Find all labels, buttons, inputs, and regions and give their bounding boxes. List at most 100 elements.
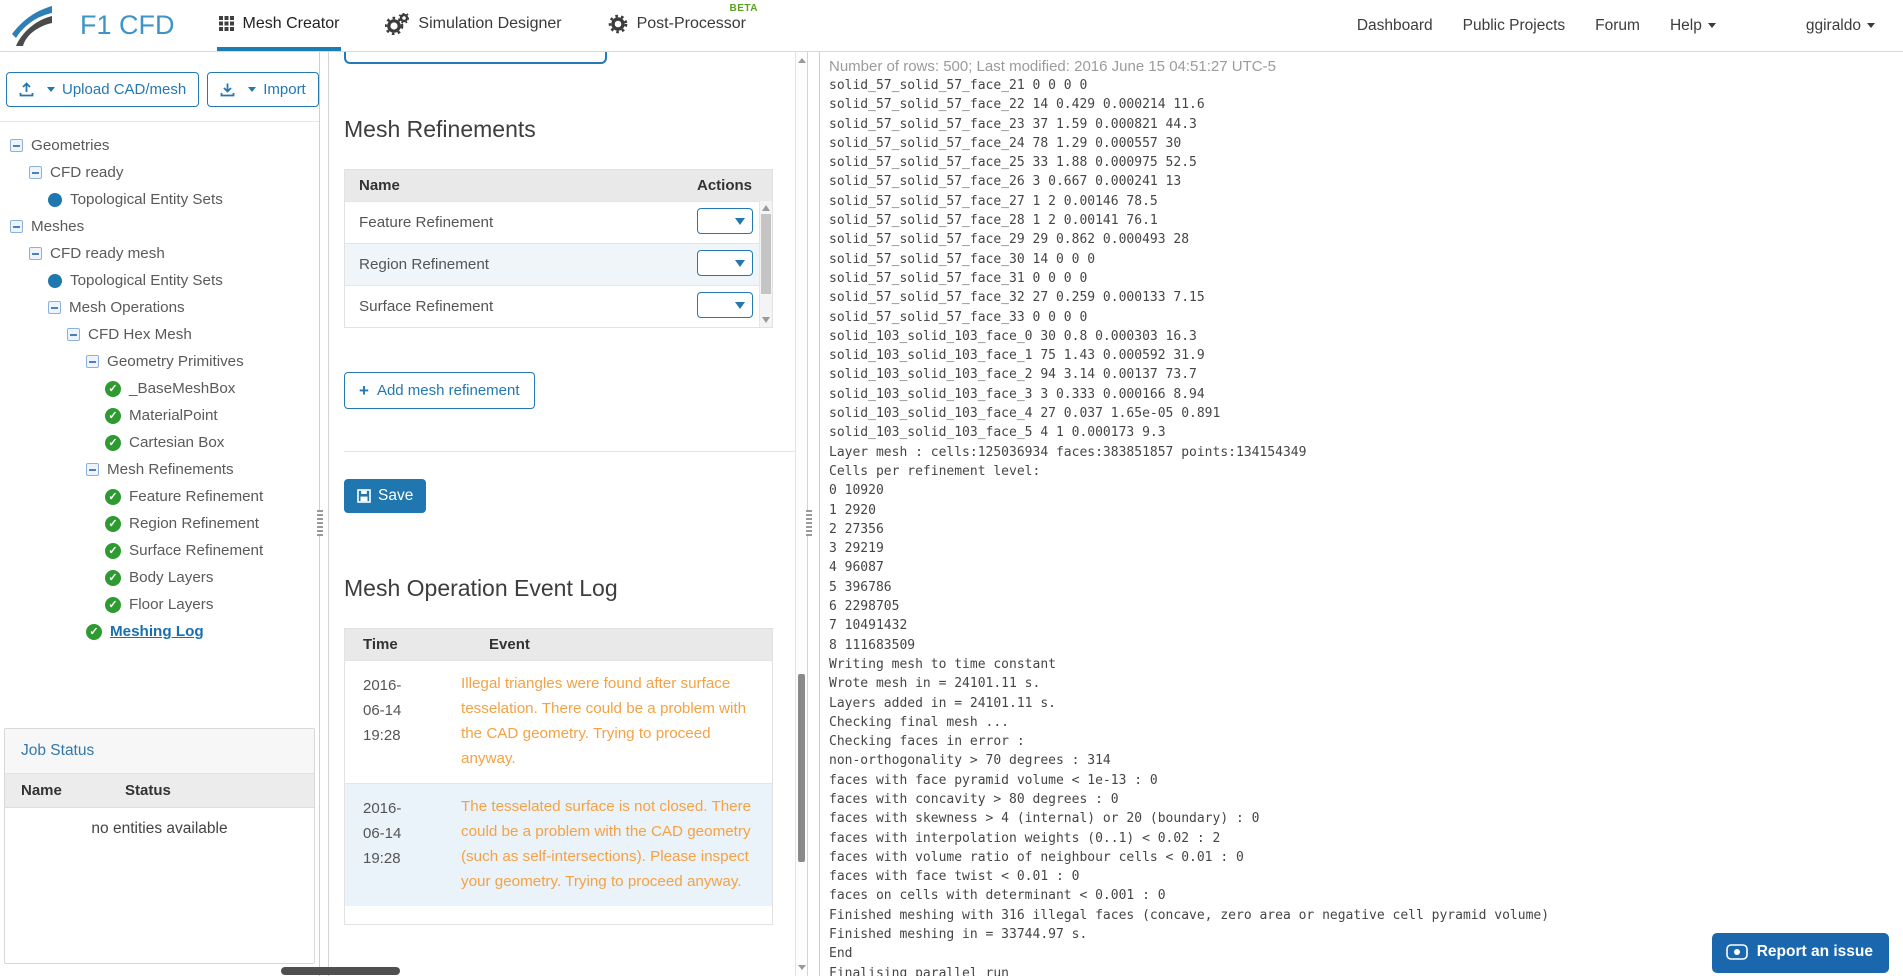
- tree-item-label: Mesh Refinements: [107, 461, 234, 478]
- scroll-down-icon[interactable]: [762, 317, 770, 323]
- tree-item[interactable]: Feature Refinement: [0, 483, 319, 510]
- tree-item-icon[interactable]: [105, 434, 121, 451]
- actions-dropdown[interactable]: [697, 207, 753, 234]
- actions-dropdown[interactable]: [697, 249, 753, 276]
- table-scrollbar[interactable]: [759, 201, 772, 327]
- add-mesh-refinement-button[interactable]: + Add mesh refinement: [344, 372, 535, 409]
- tree-item[interactable]: Cartesian Box: [0, 429, 319, 456]
- nav-link-public-projects[interactable]: Public Projects: [1463, 17, 1566, 35]
- table-row[interactable]: Surface Refinement: [345, 285, 772, 327]
- tree-item-icon[interactable]: [48, 273, 62, 288]
- tree-item-icon[interactable]: [86, 355, 99, 368]
- scrollbar-thumb[interactable]: [761, 214, 771, 294]
- tree-item-icon[interactable]: [105, 407, 121, 424]
- gear-icon: [608, 14, 627, 33]
- panel-resize-handle[interactable]: [806, 510, 812, 536]
- nav-link-dashboard[interactable]: Dashboard: [1357, 17, 1433, 35]
- tree-item-icon[interactable]: [105, 542, 121, 559]
- table-row[interactable]: Feature Refinement: [345, 201, 772, 243]
- tree-item[interactable]: CFD ready: [0, 159, 319, 186]
- tree-item[interactable]: Meshing Log: [0, 618, 319, 645]
- event-log-table: Time Event 2016-06-14 19:28 Illegal tria…: [344, 628, 773, 925]
- report-issue-button[interactable]: Report an issue: [1711, 933, 1889, 973]
- tree-item[interactable]: Mesh Operations: [0, 294, 319, 321]
- column-event: Event: [489, 636, 530, 653]
- tree-item-icon[interactable]: [10, 139, 23, 152]
- event-message: The tesselated surface is not closed. Th…: [461, 798, 752, 890]
- table-row[interactable]: Region Refinement: [345, 243, 772, 285]
- tree-item[interactable]: _BaseMeshBox: [0, 375, 319, 402]
- tree-item-icon[interactable]: [105, 380, 121, 397]
- left-sidebar: Upload CAD/mesh Import Geometries CFD re…: [0, 52, 320, 976]
- column-status: Status: [125, 782, 171, 799]
- tab-mesh-creator[interactable]: Mesh Creator: [216, 0, 342, 51]
- tree-item-icon[interactable]: [105, 596, 121, 613]
- tree-item-label: Floor Layers: [129, 596, 214, 613]
- tree-item-icon[interactable]: [67, 328, 80, 341]
- nav-menu-help[interactable]: Help: [1670, 17, 1716, 35]
- table-row: 2016-06-14 19:28 The tesselated surface …: [345, 783, 772, 906]
- nav-menu-user[interactable]: ggiraldo: [1806, 17, 1875, 35]
- horizontal-scrollbar-thumb[interactable]: [281, 967, 400, 975]
- tree-item-icon[interactable]: [29, 166, 42, 179]
- tree-item[interactable]: Region Refinement: [0, 510, 319, 537]
- divider: [344, 451, 796, 452]
- tree-item[interactable]: Meshes: [0, 213, 319, 240]
- tree-item-icon[interactable]: [10, 220, 23, 233]
- gears-icon: [385, 12, 410, 35]
- tree-item[interactable]: Topological Entity Sets: [0, 186, 319, 213]
- scrollbar-thumb[interactable]: [798, 674, 805, 862]
- scroll-up-icon[interactable]: [762, 205, 770, 211]
- tree-item[interactable]: Topological Entity Sets: [0, 267, 319, 294]
- tree-item-label: CFD ready: [50, 164, 124, 181]
- navbar-links: Dashboard Public Projects Forum Help ggi…: [1357, 0, 1903, 51]
- tree-item[interactable]: CFD ready mesh: [0, 240, 319, 267]
- app-root: F1 CFD Mesh Creator Simulation Designer: [0, 0, 1903, 976]
- nav-link-forum[interactable]: Forum: [1595, 17, 1640, 35]
- scrolled-out-panel: [344, 52, 607, 64]
- tab-simulation-designer[interactable]: Simulation Designer: [383, 0, 563, 51]
- tree-item-label: Region Refinement: [129, 515, 260, 532]
- tree-item[interactable]: Floor Layers: [0, 591, 319, 618]
- tree-item-icon[interactable]: [105, 488, 121, 505]
- column-name: Name: [21, 782, 62, 799]
- event-time: 2016-06-14 19:28: [363, 677, 402, 744]
- import-button[interactable]: Import: [207, 72, 319, 107]
- save-button[interactable]: Save: [344, 479, 427, 513]
- tree-item-icon[interactable]: [29, 247, 42, 260]
- tree-item[interactable]: Surface Refinement: [0, 537, 319, 564]
- tree-item-icon[interactable]: [86, 463, 99, 476]
- upload-cad-mesh-button[interactable]: Upload CAD/mesh: [6, 72, 200, 107]
- tab-post-processor[interactable]: Post-Processor BETA: [606, 0, 757, 51]
- event-log-header: Time Event: [345, 629, 772, 660]
- tree-item[interactable]: Geometry Primitives: [0, 348, 319, 375]
- refinement-name: Region Refinement: [359, 256, 490, 273]
- tab-label: Post-Processor: [636, 14, 746, 32]
- tree-item-label: Meshes: [31, 218, 85, 235]
- tree-item-label: Mesh Operations: [69, 299, 185, 316]
- tree-item-label: Topological Entity Sets: [70, 191, 223, 208]
- tree-item[interactable]: MaterialPoint: [0, 402, 319, 429]
- tree-item-icon[interactable]: [86, 623, 102, 640]
- tree-item-icon[interactable]: [105, 569, 121, 586]
- tree-item-label: CFD ready mesh: [50, 245, 165, 262]
- top-navbar: F1 CFD Mesh Creator Simulation Designer: [0, 0, 1903, 52]
- app-logo-icon: [12, 6, 52, 46]
- settings-panel: Mesh Refinements Name Actions Feature Re…: [328, 52, 808, 976]
- tree-item-label: Body Layers: [129, 569, 214, 586]
- tree-item-icon[interactable]: [105, 515, 121, 532]
- tree-item[interactable]: Body Layers: [0, 564, 319, 591]
- tree-item[interactable]: Geometries: [0, 132, 319, 159]
- tree-item-icon[interactable]: [48, 192, 62, 207]
- tree-item-label: MaterialPoint: [129, 407, 218, 424]
- refinements-title: Mesh Refinements: [344, 116, 536, 142]
- tree-item-label: Geometry Primitives: [107, 353, 244, 370]
- app-tabs: Mesh Creator Simulation Designer Post-Pr…: [216, 0, 757, 51]
- tree-item-icon[interactable]: [48, 301, 61, 314]
- tree-item[interactable]: CFD Hex Mesh: [0, 321, 319, 348]
- job-status-header: Name Status: [5, 774, 314, 808]
- actions-dropdown[interactable]: [697, 291, 753, 318]
- panel-resize-handle[interactable]: [317, 510, 323, 536]
- tree-item[interactable]: Mesh Refinements: [0, 456, 319, 483]
- tree-item-label: Geometries: [31, 137, 110, 154]
